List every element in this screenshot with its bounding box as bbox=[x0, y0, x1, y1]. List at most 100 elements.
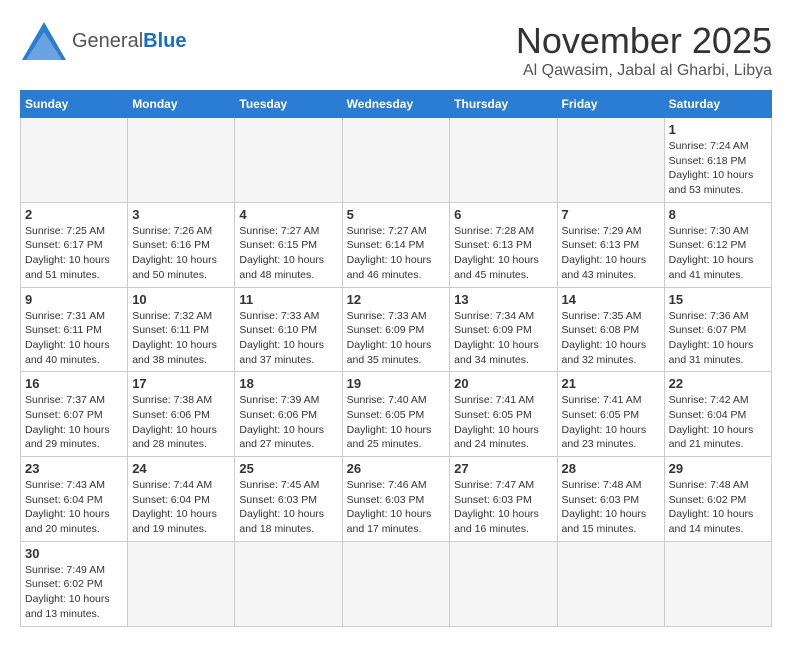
day-cell: 27 Sunrise: 7:47 AM Sunset: 6:03 PM Dayli… bbox=[450, 457, 557, 542]
day-number: 15 bbox=[669, 292, 767, 307]
day-cell: 24Sunrise: 7:44 AM Sunset: 6:04 PM Dayli… bbox=[128, 457, 235, 542]
day-cell bbox=[664, 541, 771, 626]
week-row-4: 23 Sunrise: 7:43 AM Sunset: 6:04 PM Dayli… bbox=[21, 457, 772, 542]
day-cell: 19 Sunrise: 7:40 AM Sunset: 6:05 PM Dayli… bbox=[342, 372, 450, 457]
day-number: 17 bbox=[132, 376, 230, 391]
day-cell: 16 Sunrise: 7:37 AM Sunset: 6:07 PM Dayli… bbox=[21, 372, 128, 457]
day-info: Sunrise: 7:48 AM Sunset: 6:03 PM Dayligh… bbox=[562, 478, 660, 537]
day-cell: 30Sunrise: 7:49 AM Sunset: 6:02 PM Dayli… bbox=[21, 541, 128, 626]
location-title: Al Qawasim, Jabal al Gharbi, Libya bbox=[516, 62, 772, 80]
header-cell-saturday: Saturday bbox=[664, 91, 771, 118]
day-info: Sunrise: 7:37 AM Sunset: 6:07 PM Dayligh… bbox=[25, 393, 123, 452]
day-number: 20 bbox=[454, 376, 552, 391]
day-number: 19 bbox=[347, 376, 446, 391]
day-number: 26 bbox=[347, 461, 446, 476]
day-cell: 13 Sunrise: 7:34 AM Sunset: 6:09 PM Dayli… bbox=[450, 287, 557, 372]
logo-blue-text: Blue bbox=[143, 30, 186, 52]
day-cell: 20 Sunrise: 7:41 AM Sunset: 6:05 PM Dayli… bbox=[450, 372, 557, 457]
day-cell bbox=[128, 118, 235, 203]
day-cell bbox=[450, 541, 557, 626]
day-cell: 22 Sunrise: 7:42 AM Sunset: 6:04 PM Dayli… bbox=[664, 372, 771, 457]
day-info: Sunrise: 7:38 AM Sunset: 6:06 PM Dayligh… bbox=[132, 393, 230, 452]
logo: GeneralBlue bbox=[20, 20, 187, 62]
day-info: Sunrise: 7:43 AM Sunset: 6:04 PM Dayligh… bbox=[25, 478, 123, 537]
page-header: GeneralBlue November 2025 Al Qawasim, Ja… bbox=[20, 20, 772, 80]
day-info: Sunrise: 7:28 AM Sunset: 6:13 PM Dayligh… bbox=[454, 224, 552, 283]
month-title: November 2025 bbox=[516, 20, 772, 62]
day-number: 25 bbox=[239, 461, 337, 476]
day-cell: 1Sunrise: 7:24 AM Sunset: 6:18 PM Daylig… bbox=[664, 118, 771, 203]
day-cell: 8Sunrise: 7:30 AM Sunset: 6:12 PM Daylig… bbox=[664, 202, 771, 287]
day-info: Sunrise: 7:41 AM Sunset: 6:05 PM Dayligh… bbox=[454, 393, 552, 452]
day-info: Sunrise: 7:30 AM Sunset: 6:12 PM Dayligh… bbox=[669, 224, 767, 283]
day-cell: 4 Sunrise: 7:27 AM Sunset: 6:15 PM Daylig… bbox=[235, 202, 342, 287]
day-number: 5 bbox=[347, 207, 446, 222]
title-section: November 2025 Al Qawasim, Jabal al Gharb… bbox=[516, 20, 772, 80]
day-info: Sunrise: 7:33 AM Sunset: 6:09 PM Dayligh… bbox=[347, 309, 446, 368]
day-cell: 2Sunrise: 7:25 AM Sunset: 6:17 PM Daylig… bbox=[21, 202, 128, 287]
day-info: Sunrise: 7:47 AM Sunset: 6:03 PM Dayligh… bbox=[454, 478, 552, 537]
day-info: Sunrise: 7:29 AM Sunset: 6:13 PM Dayligh… bbox=[562, 224, 660, 283]
day-cell: 15 Sunrise: 7:36 AM Sunset: 6:07 PM Dayli… bbox=[664, 287, 771, 372]
day-cell: 18Sunrise: 7:39 AM Sunset: 6:06 PM Dayli… bbox=[235, 372, 342, 457]
day-number: 24 bbox=[132, 461, 230, 476]
day-number: 16 bbox=[25, 376, 123, 391]
day-cell: 10 Sunrise: 7:32 AM Sunset: 6:11 PM Dayli… bbox=[128, 287, 235, 372]
day-cell bbox=[235, 118, 342, 203]
header-cell-friday: Friday bbox=[557, 91, 664, 118]
day-cell: 12 Sunrise: 7:33 AM Sunset: 6:09 PM Dayli… bbox=[342, 287, 450, 372]
day-info: Sunrise: 7:40 AM Sunset: 6:05 PM Dayligh… bbox=[347, 393, 446, 452]
week-row-5: 30Sunrise: 7:49 AM Sunset: 6:02 PM Dayli… bbox=[21, 541, 772, 626]
day-info: Sunrise: 7:31 AM Sunset: 6:11 PM Dayligh… bbox=[25, 309, 123, 368]
day-cell: 9Sunrise: 7:31 AM Sunset: 6:11 PM Daylig… bbox=[21, 287, 128, 372]
day-cell bbox=[342, 118, 450, 203]
day-number: 2 bbox=[25, 207, 123, 222]
day-cell: 29Sunrise: 7:48 AM Sunset: 6:02 PM Dayli… bbox=[664, 457, 771, 542]
week-row-2: 9Sunrise: 7:31 AM Sunset: 6:11 PM Daylig… bbox=[21, 287, 772, 372]
day-number: 23 bbox=[25, 461, 123, 476]
calendar-table: SundayMondayTuesdayWednesdayThursdayFrid… bbox=[20, 90, 772, 627]
header-cell-sunday: Sunday bbox=[21, 91, 128, 118]
day-info: Sunrise: 7:36 AM Sunset: 6:07 PM Dayligh… bbox=[669, 309, 767, 368]
day-cell: 14 Sunrise: 7:35 AM Sunset: 6:08 PM Dayli… bbox=[557, 287, 664, 372]
day-info: Sunrise: 7:34 AM Sunset: 6:09 PM Dayligh… bbox=[454, 309, 552, 368]
day-number: 4 bbox=[239, 207, 337, 222]
header-cell-monday: Monday bbox=[128, 91, 235, 118]
logo-icon bbox=[20, 20, 68, 62]
week-row-3: 16 Sunrise: 7:37 AM Sunset: 6:07 PM Dayli… bbox=[21, 372, 772, 457]
day-cell bbox=[557, 541, 664, 626]
day-number: 12 bbox=[347, 292, 446, 307]
day-number: 14 bbox=[562, 292, 660, 307]
logo-general-text: General bbox=[72, 30, 143, 52]
day-cell: 6Sunrise: 7:28 AM Sunset: 6:13 PM Daylig… bbox=[450, 202, 557, 287]
day-info: Sunrise: 7:48 AM Sunset: 6:02 PM Dayligh… bbox=[669, 478, 767, 537]
day-number: 10 bbox=[132, 292, 230, 307]
day-number: 27 bbox=[454, 461, 552, 476]
day-info: Sunrise: 7:42 AM Sunset: 6:04 PM Dayligh… bbox=[669, 393, 767, 452]
day-cell: 25 Sunrise: 7:45 AM Sunset: 6:03 PM Dayli… bbox=[235, 457, 342, 542]
day-info: Sunrise: 7:39 AM Sunset: 6:06 PM Dayligh… bbox=[239, 393, 337, 452]
day-info: Sunrise: 7:26 AM Sunset: 6:16 PM Dayligh… bbox=[132, 224, 230, 283]
day-info: Sunrise: 7:35 AM Sunset: 6:08 PM Dayligh… bbox=[562, 309, 660, 368]
day-cell: 26Sunrise: 7:46 AM Sunset: 6:03 PM Dayli… bbox=[342, 457, 450, 542]
day-cell: 23 Sunrise: 7:43 AM Sunset: 6:04 PM Dayli… bbox=[21, 457, 128, 542]
day-number: 13 bbox=[454, 292, 552, 307]
day-cell: 7Sunrise: 7:29 AM Sunset: 6:13 PM Daylig… bbox=[557, 202, 664, 287]
day-info: Sunrise: 7:27 AM Sunset: 6:15 PM Dayligh… bbox=[239, 224, 337, 283]
day-info: Sunrise: 7:33 AM Sunset: 6:10 PM Dayligh… bbox=[239, 309, 337, 368]
day-info: Sunrise: 7:32 AM Sunset: 6:11 PM Dayligh… bbox=[132, 309, 230, 368]
day-number: 28 bbox=[562, 461, 660, 476]
header-cell-tuesday: Tuesday bbox=[235, 91, 342, 118]
day-number: 21 bbox=[562, 376, 660, 391]
day-number: 22 bbox=[669, 376, 767, 391]
day-cell: 17 Sunrise: 7:38 AM Sunset: 6:06 PM Dayli… bbox=[128, 372, 235, 457]
day-cell bbox=[450, 118, 557, 203]
day-cell bbox=[21, 118, 128, 203]
day-cell bbox=[557, 118, 664, 203]
header-cell-thursday: Thursday bbox=[450, 91, 557, 118]
day-cell: 5Sunrise: 7:27 AM Sunset: 6:14 PM Daylig… bbox=[342, 202, 450, 287]
day-number: 3 bbox=[132, 207, 230, 222]
day-info: Sunrise: 7:49 AM Sunset: 6:02 PM Dayligh… bbox=[25, 563, 123, 622]
day-info: Sunrise: 7:45 AM Sunset: 6:03 PM Dayligh… bbox=[239, 478, 337, 537]
day-cell: 11Sunrise: 7:33 AM Sunset: 6:10 PM Dayli… bbox=[235, 287, 342, 372]
